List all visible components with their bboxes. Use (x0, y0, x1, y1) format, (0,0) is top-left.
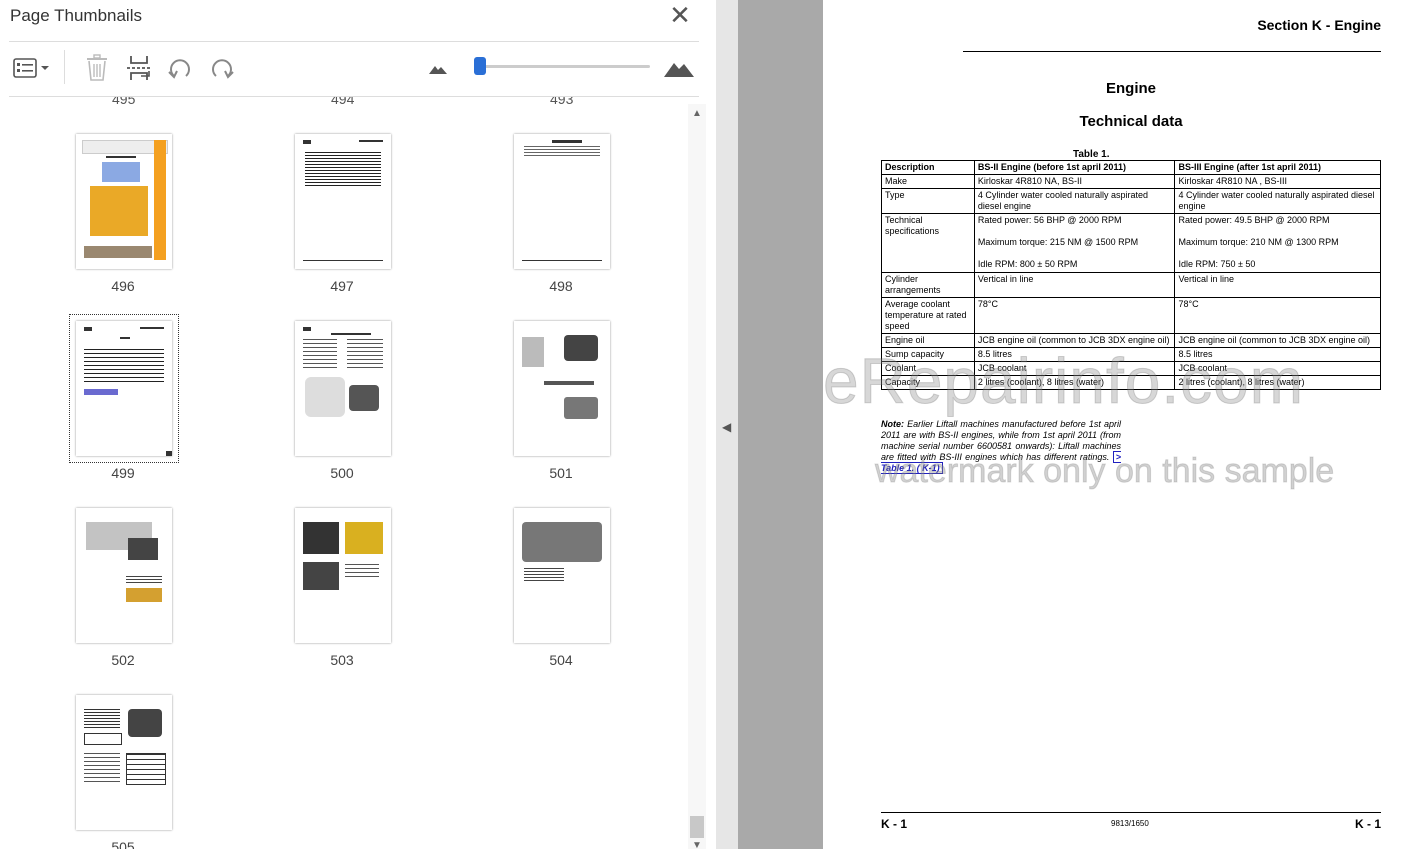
zoom-out-thumbnails-button[interactable] (421, 52, 455, 84)
rotate-counterclockwise-button[interactable] (163, 52, 197, 84)
table-row: Average coolant temperature at rated spe… (881, 297, 1381, 334)
rotate-clockwise-button[interactable] (205, 52, 239, 84)
table-header-row: Description BS-II Engine (before 1st apr… (881, 160, 1381, 175)
thumbnail-options-icon (13, 58, 49, 78)
table-header-cell: BS-III Engine (after 1st april 2011) (1174, 160, 1381, 175)
table-caption: Table 1. (1073, 149, 1110, 160)
cell-line: Idle RPM: 800 ± 50 RPM (977, 259, 1078, 269)
table-cell: Rated power: 56 BHP @ 2000 RPM Maximum t… (973, 213, 1176, 273)
thumbnail-label: 502 (111, 652, 135, 668)
insert-pages-icon (127, 56, 151, 80)
rotate-clockwise-icon (212, 59, 234, 79)
close-icon[interactable]: ✕ (668, 2, 692, 28)
table-row: Type 4 Cylinder water cooled naturally a… (881, 188, 1381, 214)
page-thumbnail-selected[interactable] (69, 314, 179, 463)
thumbnail-label: 495 (112, 97, 136, 107)
footer-page-left: K - 1 (881, 817, 908, 831)
page-thumbnail[interactable] (76, 695, 172, 830)
table-header-cell: Description (881, 160, 975, 175)
watermark-text: watermark only on this sample (874, 452, 1335, 491)
thumbnail-label: 494 (331, 97, 355, 107)
page-thumbnail[interactable] (295, 134, 391, 269)
cell-line: Maximum torque: 210 NM @ 1300 RPM (1178, 237, 1339, 247)
collapse-panel-arrow-icon[interactable]: ◀ (722, 420, 731, 434)
thumbnail-toolbar (0, 44, 716, 94)
table-cell: Average coolant temperature at rated spe… (881, 297, 975, 334)
document-background (738, 0, 823, 849)
table-cell: Rated power: 49.5 BHP @ 2000 RPM Maximum… (1174, 213, 1381, 273)
large-mountain-icon (664, 63, 694, 77)
table-cell: 4 Cylinder water cooled naturally aspira… (1174, 188, 1381, 214)
table-cell: Type (881, 188, 975, 214)
table-cell: 4 Cylinder water cooled naturally aspira… (973, 188, 1176, 214)
thumbnail-label: 499 (111, 465, 135, 481)
page-thumbnails-panel: Page Thumbnails ✕ 495 494 493 496 497 49… (0, 0, 716, 851)
page-thumbnail[interactable] (76, 508, 172, 643)
trash-icon (87, 54, 107, 81)
scroll-thumb[interactable] (690, 816, 704, 838)
document-page: Section K - Engine Engine Technical data… (823, 0, 1426, 849)
table-cell: Kirloskar 4R810 NA , BS-III (1174, 174, 1381, 189)
divider (9, 41, 699, 42)
cell-line: Idle RPM: 750 ± 50 (1178, 259, 1256, 269)
table-row: Technical specifications Rated power: 56… (881, 213, 1381, 273)
table-header-cell: BS-II Engine (before 1st april 2011) (973, 160, 1176, 175)
page-thumbnail[interactable] (514, 508, 610, 643)
table-cell: Make (881, 174, 975, 189)
page-thumbnail[interactable] (76, 134, 172, 269)
cell-line: Rated power: 49.5 BHP @ 2000 RPM (1178, 215, 1330, 225)
thumbnail-label: 496 (111, 278, 135, 294)
thumbnail-scrollbar[interactable]: ▲ ▼ (688, 104, 706, 851)
panel-title: Page Thumbnails (10, 6, 142, 25)
toolbar-divider (64, 50, 65, 84)
table-cell: Kirloskar 4R810 NA, BS-II (973, 174, 1176, 189)
page-thumbnail[interactable] (514, 321, 610, 456)
thumbnail-label: 504 (549, 652, 573, 668)
footer-rule (881, 812, 1381, 813)
table-row: Cylinder arrangements Vertical in line V… (881, 272, 1381, 298)
table-row: Make Kirloskar 4R810 NA, BS-II Kirloskar… (881, 174, 1381, 189)
thumbnail-label: 498 (549, 278, 573, 294)
scroll-down-arrow-icon[interactable]: ▼ (692, 840, 702, 851)
thumbnail-label: 503 (330, 652, 354, 668)
thumbnail-label: 501 (549, 465, 573, 481)
page-subtitle: Technical data (1079, 113, 1183, 130)
thumbnail-label: 497 (330, 278, 354, 294)
small-mountain-icon (429, 66, 447, 74)
table-cell: 78°C (1174, 297, 1381, 334)
thumbnail-grid: 495 494 493 496 497 498 499 500 501 502 … (0, 97, 688, 849)
footer-page-right: K - 1 (1354, 817, 1381, 831)
page-thumbnail[interactable] (295, 321, 391, 456)
thumbnail-label: 500 (330, 465, 354, 481)
zoom-in-thumbnails-button[interactable] (662, 52, 696, 84)
table-cell: Vertical in line (973, 272, 1176, 298)
thumbnail-label: 505 (111, 839, 135, 849)
footer-doc-number: 9813/1650 (1111, 819, 1149, 828)
table-cell: 78°C (973, 297, 1176, 334)
scroll-up-arrow-icon[interactable]: ▲ (692, 108, 702, 119)
cell-line: Maximum torque: 215 NM @ 1500 RPM (977, 237, 1139, 247)
cell-line: Rated power: 56 BHP @ 2000 RPM (977, 215, 1122, 225)
insert-pages-button[interactable] (122, 52, 156, 84)
page-thumbnail[interactable] (295, 508, 391, 643)
thumbnail-options-button[interactable] (10, 52, 54, 84)
delete-pages-button[interactable] (80, 52, 114, 84)
table-cell: Cylinder arrangements (881, 272, 975, 298)
rotate-counterclockwise-icon (168, 59, 190, 79)
thumbnail-zoom-slider[interactable] (480, 65, 650, 68)
watermark-text: eRepairinfo.com (823, 345, 1304, 418)
note-label: Note: (881, 419, 904, 429)
table-cell: Technical specifications (881, 213, 975, 273)
section-header: Section K - Engine (1257, 17, 1381, 33)
page-title: Engine (1105, 80, 1156, 97)
thumbnail-label: 493 (550, 97, 574, 107)
table-cell: Vertical in line (1174, 272, 1381, 298)
header-rule (963, 51, 1381, 52)
slider-thumb[interactable] (474, 57, 486, 75)
page-thumbnail[interactable] (514, 134, 610, 269)
